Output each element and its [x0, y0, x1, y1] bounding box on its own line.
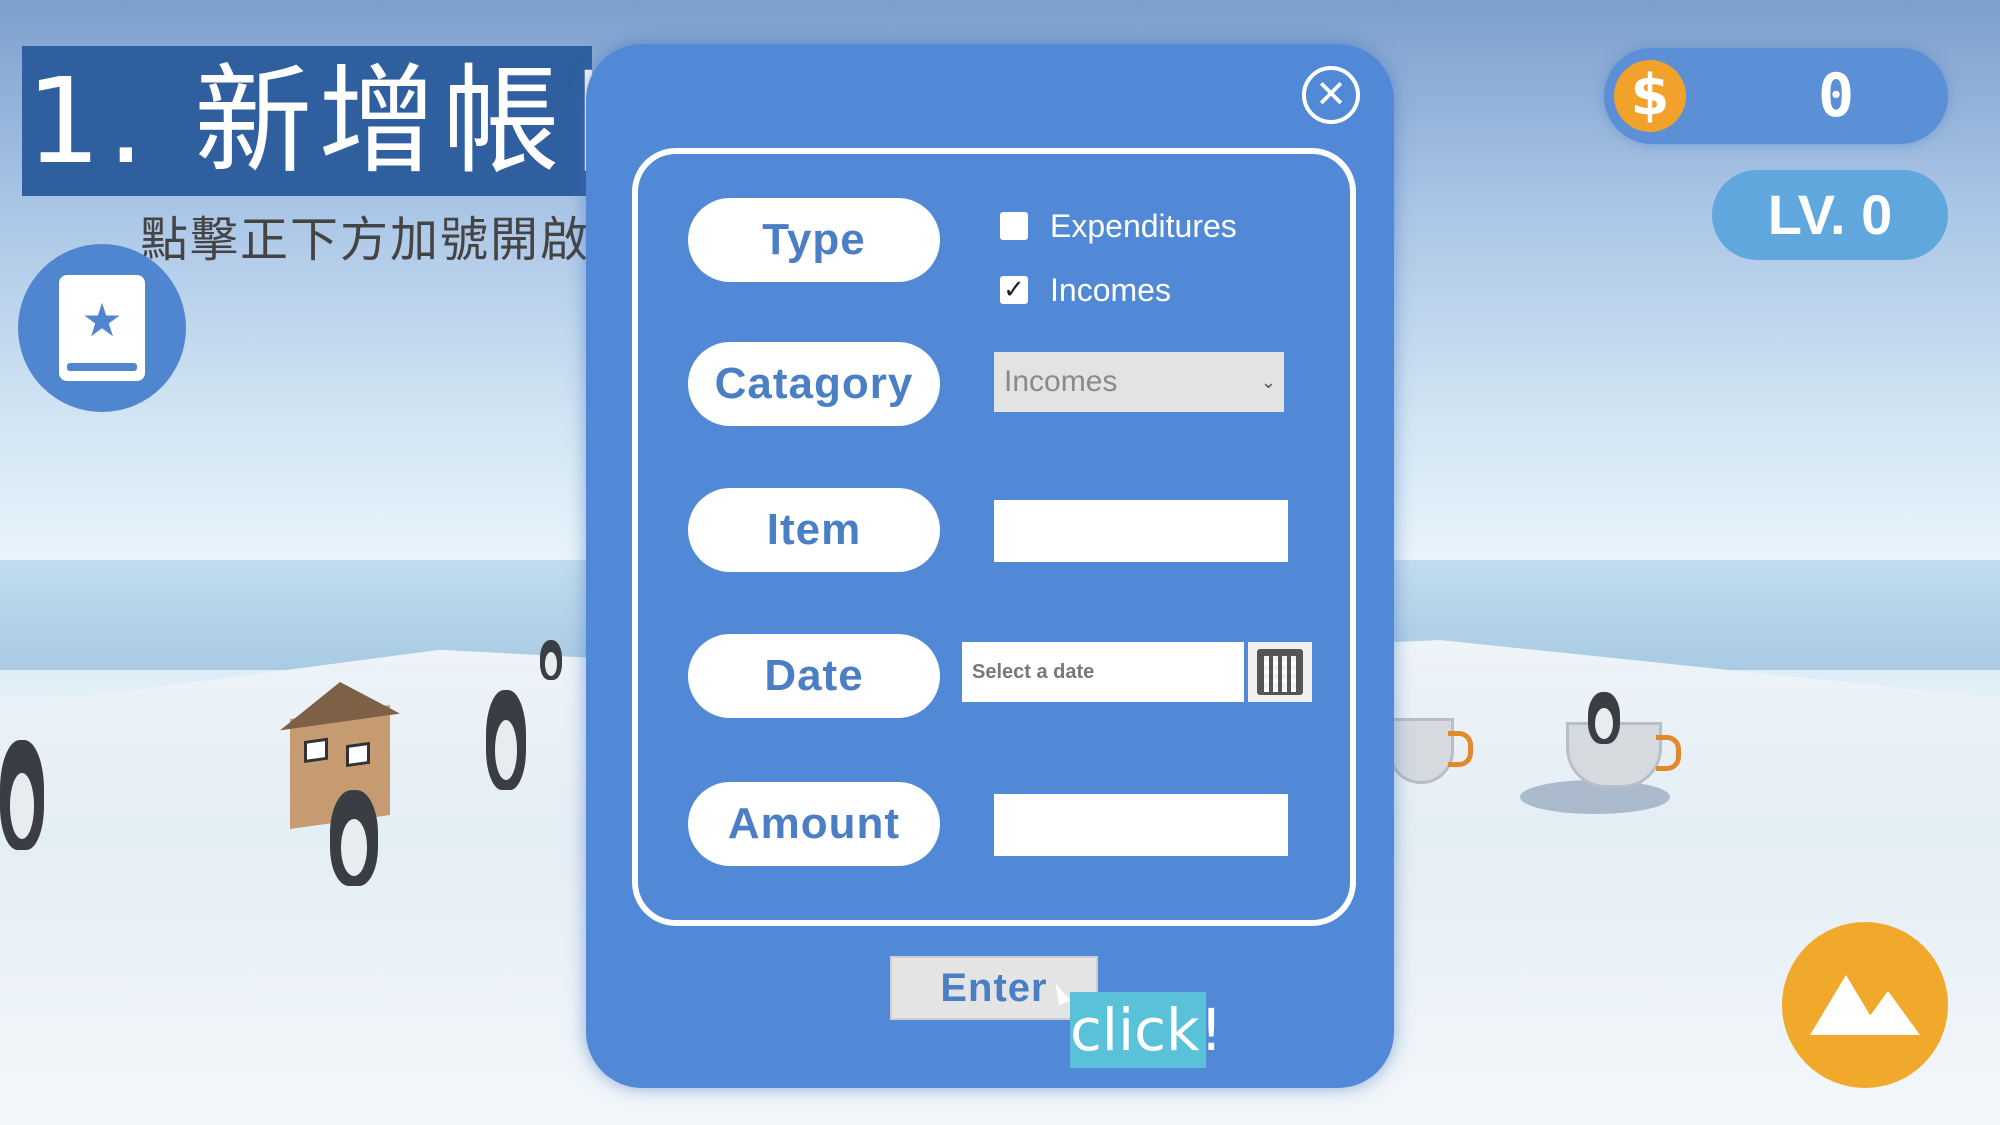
teacup — [1388, 718, 1473, 784]
close-icon[interactable]: ✕ — [1302, 66, 1360, 124]
category-label: Catagory — [688, 342, 940, 426]
date-label: Date — [688, 634, 940, 718]
enter-button[interactable]: Enter — [890, 956, 1098, 1020]
incomes-label: Incomes — [1050, 271, 1171, 308]
penguin — [330, 790, 378, 886]
book-star-icon: ★ — [59, 275, 145, 381]
step-title-text: 1. 新增帳目 — [26, 52, 592, 190]
amount-label: Amount — [688, 782, 940, 866]
chevron-down-icon: ⌄ — [1260, 372, 1276, 392]
penguin — [540, 640, 562, 680]
mountain-button[interactable] — [1782, 922, 1948, 1088]
penguin — [486, 690, 526, 790]
amount-input[interactable] — [994, 794, 1288, 856]
item-input[interactable] — [994, 500, 1288, 562]
coin-dollar-icon: $ — [1614, 60, 1686, 132]
incomes-option[interactable]: ✓ Incomes — [1000, 270, 1171, 310]
type-label: Type — [688, 198, 940, 282]
click-hint-tag: click! — [1070, 992, 1223, 1068]
category-select[interactable]: Incomes ⌄ — [994, 352, 1284, 412]
star-icon: ★ — [81, 293, 123, 347]
ledger-book-button[interactable]: ★ — [18, 244, 186, 412]
tutorial-step-title: 1. 新增帳目 — [22, 46, 592, 196]
level-badge: LV. 0 — [1712, 170, 1948, 260]
penguin — [1588, 692, 1620, 744]
penguin — [0, 740, 44, 850]
calendar-button[interactable] — [1248, 642, 1312, 702]
coin-value: 0 — [1817, 61, 1855, 131]
expenditures-option[interactable]: Expenditures — [1000, 206, 1237, 246]
date-input[interactable]: Select a date — [962, 642, 1244, 702]
tutorial-instruction: 點擊正下方加號開啟 — [140, 212, 591, 268]
category-selected-value: Incomes — [1004, 365, 1118, 398]
item-label: Item — [688, 488, 940, 572]
coin-counter: $ 0 — [1604, 48, 1948, 144]
calendar-icon — [1257, 649, 1303, 695]
expenditures-checkbox[interactable] — [1000, 212, 1028, 240]
incomes-checkbox[interactable]: ✓ — [1000, 276, 1028, 304]
expenditures-label: Expenditures — [1050, 207, 1237, 244]
mountain-icon — [1810, 975, 1920, 1035]
